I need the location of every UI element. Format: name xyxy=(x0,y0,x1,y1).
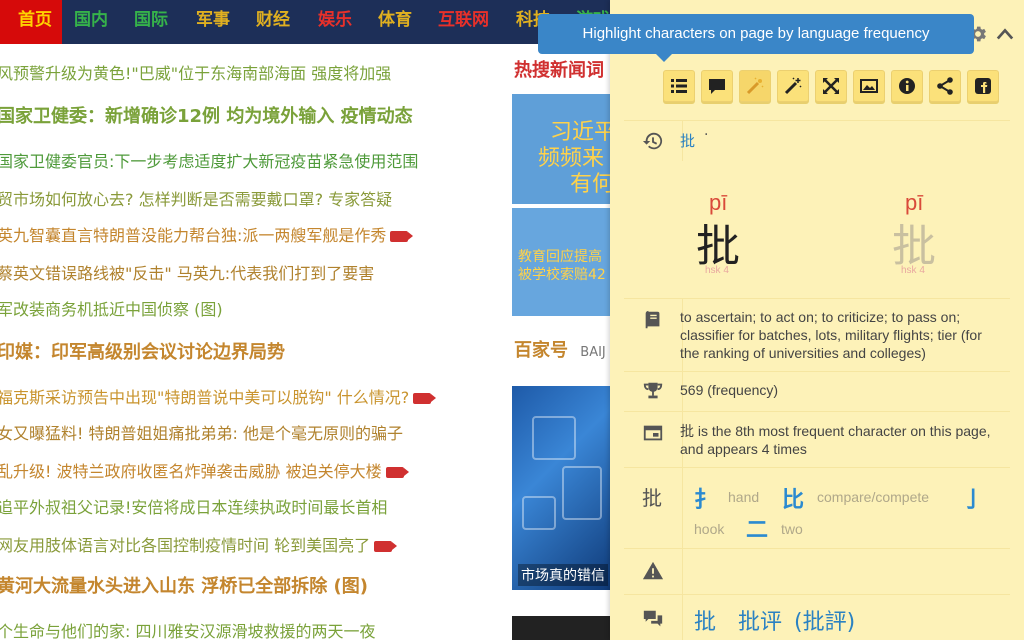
image-icon[interactable] xyxy=(853,70,885,102)
dictionary-panel: 我们的中文 xyxy=(610,0,1024,640)
headline-link[interactable]: 黄河大流量水头进入山东 浮桥已全部拆除 (图) xyxy=(0,572,368,598)
headline-text: 军改装商务机抵近中国侦察 (图) xyxy=(0,300,223,319)
component-character[interactable]: 亅 xyxy=(962,482,984,514)
headline-text: 女又曝猛料! 特朗普姐姐痛批弟弟: 他是个毫无原则的骗子 xyxy=(0,424,403,443)
headline-link[interactable]: 福克斯采访预告中出现"特朗普说中美可以脱钩" 什么情况? xyxy=(0,384,437,408)
warning-row xyxy=(624,548,1010,595)
image-text: 教育回应提高 xyxy=(518,249,602,265)
headline-link[interactable]: 军改装商务机抵近中国侦察 (图) xyxy=(0,296,223,320)
component-character[interactable]: 扌 xyxy=(694,482,716,514)
info-icon[interactable] xyxy=(891,70,923,102)
page-stats-text: 批 is the 8th most frequent character on … xyxy=(680,423,991,457)
baijiahao-label: 百家号 xyxy=(514,340,568,361)
component-character[interactable]: 比 xyxy=(782,482,804,514)
headline-link[interactable]: 乱升级! 波特兰政府收匿名炸弹袭击威胁 被迫关停大楼 xyxy=(0,458,409,482)
hsk-level: hsk 4 xyxy=(705,265,729,276)
headline-link[interactable]: 个生命与他们的家: 四川雅安汉源滑坡救援的两天一夜 xyxy=(0,618,375,640)
nav-item[interactable]: 国内 xyxy=(74,0,108,44)
headline-link[interactable]: 女又曝猛料! 特朗普姐姐痛批弟弟: 他是个毫无原则的骗子 xyxy=(0,420,403,444)
hsk-level: hsk 4 xyxy=(901,265,925,276)
headline-link[interactable]: 印媒：印军高级别会议讨论边界局势 xyxy=(0,338,285,364)
video-camera-icon xyxy=(374,541,398,552)
baijiahao-title[interactable]: 百家号 BAIJ xyxy=(514,336,606,362)
hot-search-image[interactable]: 习近平 频频来 有何 xyxy=(512,94,610,204)
headline-link[interactable]: 风预警升级为黄色!"巴威"位于东海南部海面 强度将加强 xyxy=(0,60,391,84)
news-image[interactable] xyxy=(512,616,610,640)
hot-search-title[interactable]: 热搜新闻词 xyxy=(514,56,604,82)
headline-text: 国家卫健委官员:下一步考虑适度扩大新冠疫苗紧急使用范围 xyxy=(0,152,419,171)
chevron-up-icon[interactable] xyxy=(996,26,1014,42)
headline-link[interactable]: 国家卫健委官员:下一步考虑适度扩大新冠疫苗紧急使用范围 xyxy=(0,148,418,172)
nav-item[interactable]: 娱乐 xyxy=(318,0,352,44)
headline-link[interactable]: 英九智囊直言特朗普没能力帮台独:派一两艘军舰是作秀 xyxy=(0,222,414,246)
component-definition: hand xyxy=(728,489,760,505)
headline-text: 黄河大流量水头进入山东 浮桥已全部拆除 (图) xyxy=(0,576,368,597)
definition-text: to ascertain; to act on; to criticize; t… xyxy=(680,309,982,361)
headline-text: 国家卫健委：新增确诊12例 均为境外输入 疫情动态 xyxy=(0,106,413,127)
circuit-board-image[interactable]: 市场真的错信 xyxy=(512,386,610,590)
nav-item[interactable]: 体育 xyxy=(378,0,412,44)
headline-text: 网友用肢体语言对比各国控制疫情时间 轮到美国亮了 xyxy=(0,536,371,555)
headline-list: 风预警升级为黄色!"巴威"位于东海南部海面 强度将加强国家卫健委：新增确诊12例… xyxy=(0,46,508,640)
headline-link[interactable]: 蔡英文错误路线被"反击" 马英九:代表我们打到了要害 xyxy=(0,260,374,284)
right-column: 热搜新闻词 习近平 频频来 有何 教育回应提高 被学校索赔42 百家号 BAIJ… xyxy=(512,46,610,640)
magic-wand-icon[interactable] xyxy=(777,70,809,102)
components-header-character: 批 xyxy=(642,486,662,510)
nav-item[interactable]: 互联网 xyxy=(438,0,489,44)
video-camera-icon xyxy=(390,231,414,242)
components-row xyxy=(624,467,1010,548)
headline-text: 风预警升级为黄色!"巴威"位于东海南部海面 强度将加强 xyxy=(0,64,392,83)
chat-bubbles-icon xyxy=(643,610,663,627)
speech-bubble-icon[interactable] xyxy=(701,70,733,102)
toolbar-tooltip: Highlight characters on page by language… xyxy=(538,14,974,62)
image-caption: 市场真的错信 xyxy=(518,564,608,586)
history-separator: · xyxy=(704,127,709,143)
headline-text: 乱升级! 波特兰政府收匿名炸弹袭击威胁 被迫关停大楼 xyxy=(0,462,382,481)
frequency-text: 569 (frequency) xyxy=(680,382,779,398)
component-character[interactable]: 二 xyxy=(746,512,768,544)
baijiahao-suffix: BAIJ xyxy=(580,345,606,360)
headline-text: 福克斯采访预告中出现"特朗普说中美可以脱钩" 什么情况? xyxy=(0,388,410,407)
nav-item[interactable]: 首页 xyxy=(0,0,62,44)
component-definition: compare/compete xyxy=(817,489,930,505)
word-traditional[interactable]: (批評) xyxy=(794,604,855,636)
facebook-icon[interactable] xyxy=(967,70,999,102)
headline-link[interactable]: 国家卫健委：新增确诊12例 均为境外输入 疫情动态 xyxy=(0,102,413,128)
video-camera-icon xyxy=(385,467,409,478)
image-text: 被学校索赔42 xyxy=(518,267,606,283)
headline-link[interactable]: 网友用肢体语言对比各国控制疫情时间 轮到美国亮了 xyxy=(0,532,398,556)
trophy-icon xyxy=(643,382,663,399)
component-definition: two xyxy=(781,521,803,537)
component-definition: hook xyxy=(694,521,725,537)
list-icon[interactable] xyxy=(663,70,695,102)
nav-item[interactable]: 国际 xyxy=(134,0,168,44)
headline-link[interactable]: 追平外叔祖父记录!安倍将成日本连续执政时间最长首相 xyxy=(0,494,387,518)
history-character[interactable]: 批 xyxy=(680,130,695,151)
nav-item[interactable]: 军事 xyxy=(196,0,230,44)
book-icon xyxy=(645,310,660,329)
word-link[interactable]: 批评 xyxy=(738,604,782,636)
share-icon[interactable] xyxy=(929,70,961,102)
headline-link[interactable]: 贸市场如何放心去? 怎样判断是否需要戴口罩? 专家答疑 xyxy=(0,186,392,210)
nav-item[interactable]: 财经 xyxy=(256,0,290,44)
video-camera-icon xyxy=(413,393,437,404)
word-link[interactable]: 批 xyxy=(694,604,716,636)
headline-text: 印媒：印军高级别会议讨论边界局势 xyxy=(0,342,285,363)
headline-text: 蔡英文错误路线被"反击" 马英九:代表我们打到了要害 xyxy=(0,264,375,283)
headline-text: 英九智囊直言特朗普没能力帮台独:派一两艘军舰是作秀 xyxy=(0,226,387,245)
expand-icon[interactable] xyxy=(815,70,847,102)
warning-icon xyxy=(642,561,664,580)
history-icon[interactable] xyxy=(642,130,664,152)
highlight-wand-icon[interactable] xyxy=(739,70,771,102)
headline-text: 贸市场如何放心去? 怎样判断是否需要戴口罩? 专家答疑 xyxy=(0,190,393,209)
news-image[interactable]: 教育回应提高 被学校索赔42 xyxy=(512,208,610,316)
image-text: 有何 xyxy=(570,172,610,197)
browser-window-icon xyxy=(643,425,663,441)
headline-text: 个生命与他们的家: 四川雅安汉源滑坡救援的两天一夜 xyxy=(0,622,376,640)
headline-text: 追平外叔祖父记录!安倍将成日本连续执政时间最长首相 xyxy=(0,498,388,517)
site-navigation: 首页国内国际军事财经娱乐体育互联网科技游戏 xyxy=(0,0,610,44)
